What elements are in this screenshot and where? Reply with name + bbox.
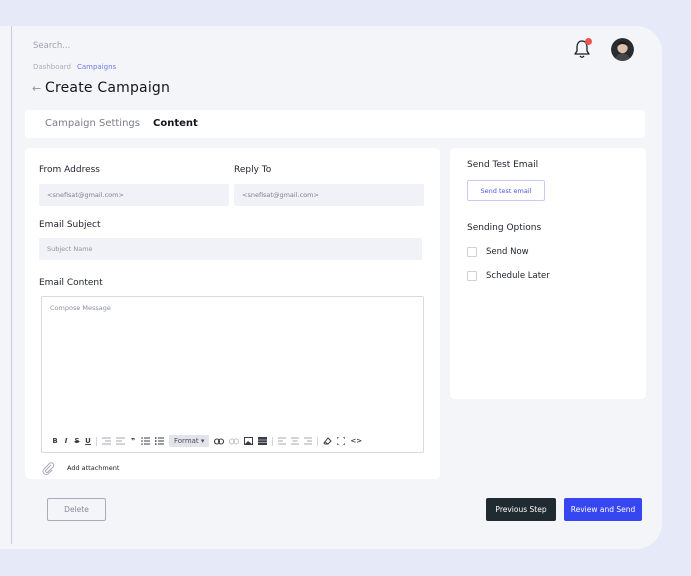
- align-right-icon[interactable]: [304, 437, 313, 445]
- image-icon[interactable]: [244, 437, 254, 445]
- bullet-list-icon[interactable]: [155, 437, 164, 445]
- fullscreen-icon[interactable]: [337, 437, 346, 445]
- code-view-button[interactable]: <>: [350, 437, 362, 445]
- compose-message-input[interactable]: [42, 297, 423, 427]
- unlink-icon[interactable]: [229, 437, 240, 445]
- italic-button[interactable]: I: [63, 437, 69, 445]
- table-icon[interactable]: [258, 437, 268, 445]
- clear-format-icon[interactable]: [323, 437, 333, 445]
- send-now-checkbox[interactable]: [467, 247, 477, 257]
- from-address-label: From Address: [39, 165, 101, 175]
- bold-button[interactable]: B: [52, 437, 58, 445]
- review-and-send-button[interactable]: Review and Send: [564, 498, 642, 521]
- back-arrow-icon[interactable]: ←: [32, 82, 41, 95]
- send-test-email-title: Send Test Email: [467, 160, 539, 170]
- link-icon[interactable]: [214, 437, 225, 445]
- strikethrough-button[interactable]: S: [74, 437, 80, 445]
- reply-to-label: Reply To: [234, 165, 272, 175]
- send-test-email-button[interactable]: Send test email: [467, 180, 545, 201]
- align-left-icon[interactable]: [278, 437, 287, 445]
- schedule-later-label: Schedule Later: [486, 271, 550, 281]
- from-address-field[interactable]: [39, 184, 229, 206]
- editor-toolbar: B I S U ❞ Format ▾ <>: [52, 434, 362, 448]
- add-attachment-button[interactable]: Add attachment: [41, 461, 119, 475]
- tab-campaign-settings[interactable]: Campaign Settings: [45, 118, 140, 129]
- toolbar-divider: [96, 436, 97, 446]
- search-input[interactable]: [33, 41, 233, 51]
- message-editor: B I S U ❞ Format ▾ <>: [41, 296, 424, 453]
- panel-divider: [11, 26, 12, 544]
- underline-button[interactable]: U: [85, 437, 91, 445]
- previous-step-button[interactable]: Previous Step: [486, 498, 556, 521]
- toolbar-divider: [317, 436, 319, 446]
- email-content-label: Email Content: [39, 278, 103, 288]
- schedule-later-option[interactable]: Schedule Later: [467, 271, 550, 281]
- email-subject-field[interactable]: [39, 238, 422, 260]
- tab-content[interactable]: Content: [153, 118, 198, 129]
- email-subject-label: Email Subject: [39, 220, 101, 230]
- send-now-option[interactable]: Send Now: [467, 247, 529, 257]
- breadcrumb-campaigns[interactable]: Campaigns: [77, 63, 116, 71]
- page-title: Create Campaign: [45, 80, 171, 96]
- align-center-icon[interactable]: [291, 437, 300, 445]
- delete-button[interactable]: Delete: [47, 498, 106, 521]
- toolbar-divider: [272, 436, 274, 446]
- breadcrumb: Dashboard Campaigns: [33, 63, 116, 71]
- paperclip-icon: [42, 462, 55, 475]
- email-form-card: From Address Reply To Email Subject Emai…: [25, 148, 440, 479]
- send-now-label: Send Now: [486, 247, 529, 257]
- schedule-later-checkbox[interactable]: [467, 271, 477, 281]
- indent-icon[interactable]: [116, 437, 125, 445]
- sending-options-card: Send Test Email Send test email Sending …: [450, 148, 646, 399]
- avatar[interactable]: [611, 38, 634, 61]
- add-attachment-label: Add attachment: [67, 464, 120, 472]
- format-dropdown[interactable]: Format ▾: [169, 435, 210, 447]
- sending-options-title: Sending Options: [467, 223, 542, 233]
- notification-badge: [585, 38, 592, 45]
- numbered-list-icon[interactable]: [141, 437, 150, 445]
- blockquote-button[interactable]: ❞: [130, 437, 136, 445]
- tab-bar: Campaign Settings Content: [25, 110, 645, 138]
- reply-to-field[interactable]: [234, 184, 424, 206]
- outdent-icon[interactable]: [102, 437, 111, 445]
- breadcrumb-dashboard[interactable]: Dashboard: [33, 63, 71, 71]
